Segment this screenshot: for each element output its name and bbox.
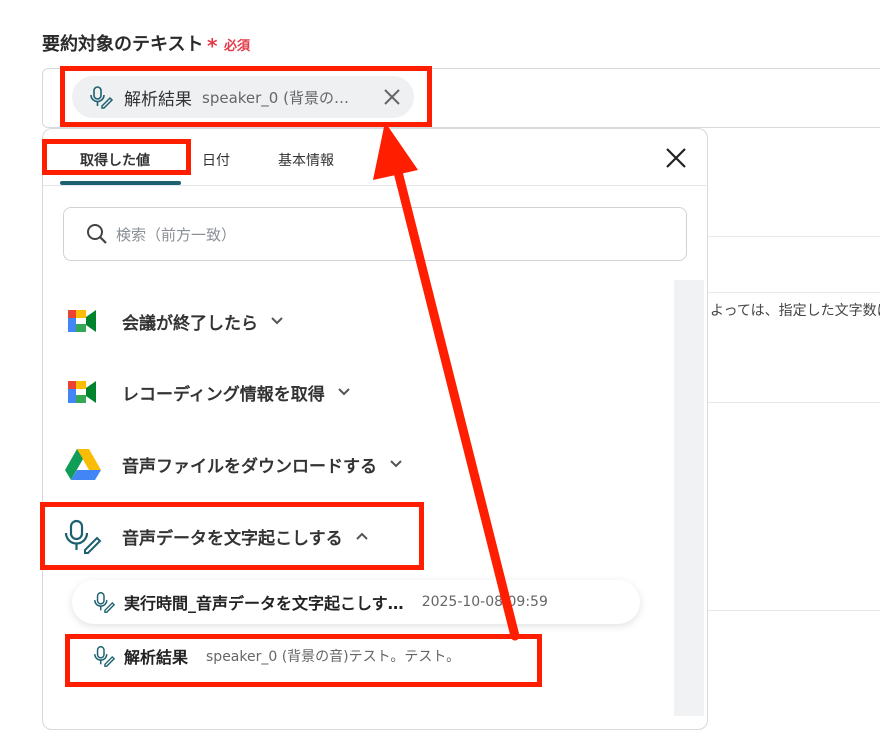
scrollbar-track[interactable] (674, 280, 704, 716)
tab-basic-info[interactable]: 基本情報 (278, 150, 334, 170)
search-icon (87, 224, 107, 244)
group-download-audio[interactable]: 音声ファイルをダウンロードする (62, 442, 403, 486)
search-input[interactable]: 検索（前方一致） (63, 207, 687, 261)
mic-pen-icon (94, 592, 116, 613)
required-text: 必須 (224, 39, 251, 54)
google-drive-icon (65, 449, 101, 480)
google-meet-icon (68, 381, 96, 403)
tab-date[interactable]: 日付 (202, 150, 230, 170)
group-meeting-ended[interactable]: 会議が終了したら (62, 299, 284, 343)
chevron-down-icon (271, 317, 283, 325)
group-label: 音声ファイルをダウンロードする (122, 456, 377, 477)
highlight-tab (42, 139, 191, 175)
group-label: レコーディング情報を取得 (122, 384, 325, 405)
background-help-text: よっては、指定した文字数に (710, 303, 880, 319)
list-item-execution-time[interactable]: 実行時間_音声データを文字起こしす… 2025-10-08 09:59 (72, 580, 640, 624)
divider (706, 402, 880, 403)
chevron-down-icon (338, 388, 350, 396)
item-value: 2025-10-08 09:59 (421, 594, 548, 610)
item-title: 実行時間_音声データを文字起こしす… (124, 594, 404, 613)
search-placeholder: 検索（前方一致） (116, 225, 237, 244)
divider (706, 610, 880, 611)
divider (706, 292, 880, 293)
group-label: 会議が終了したら (122, 313, 258, 334)
divider (706, 236, 880, 237)
chevron-down-icon (390, 460, 402, 468)
group-recording-info[interactable]: レコーディング情報を取得 (62, 370, 351, 414)
highlight-group (40, 502, 424, 570)
highlight-item (65, 634, 542, 687)
tab-divider (43, 185, 706, 186)
field-label: 要約対象のテキスト (42, 34, 204, 55)
close-icon[interactable] (664, 146, 688, 170)
highlight-selected-chip (60, 66, 432, 127)
required-mark: * (207, 34, 218, 58)
google-meet-icon (68, 310, 96, 332)
